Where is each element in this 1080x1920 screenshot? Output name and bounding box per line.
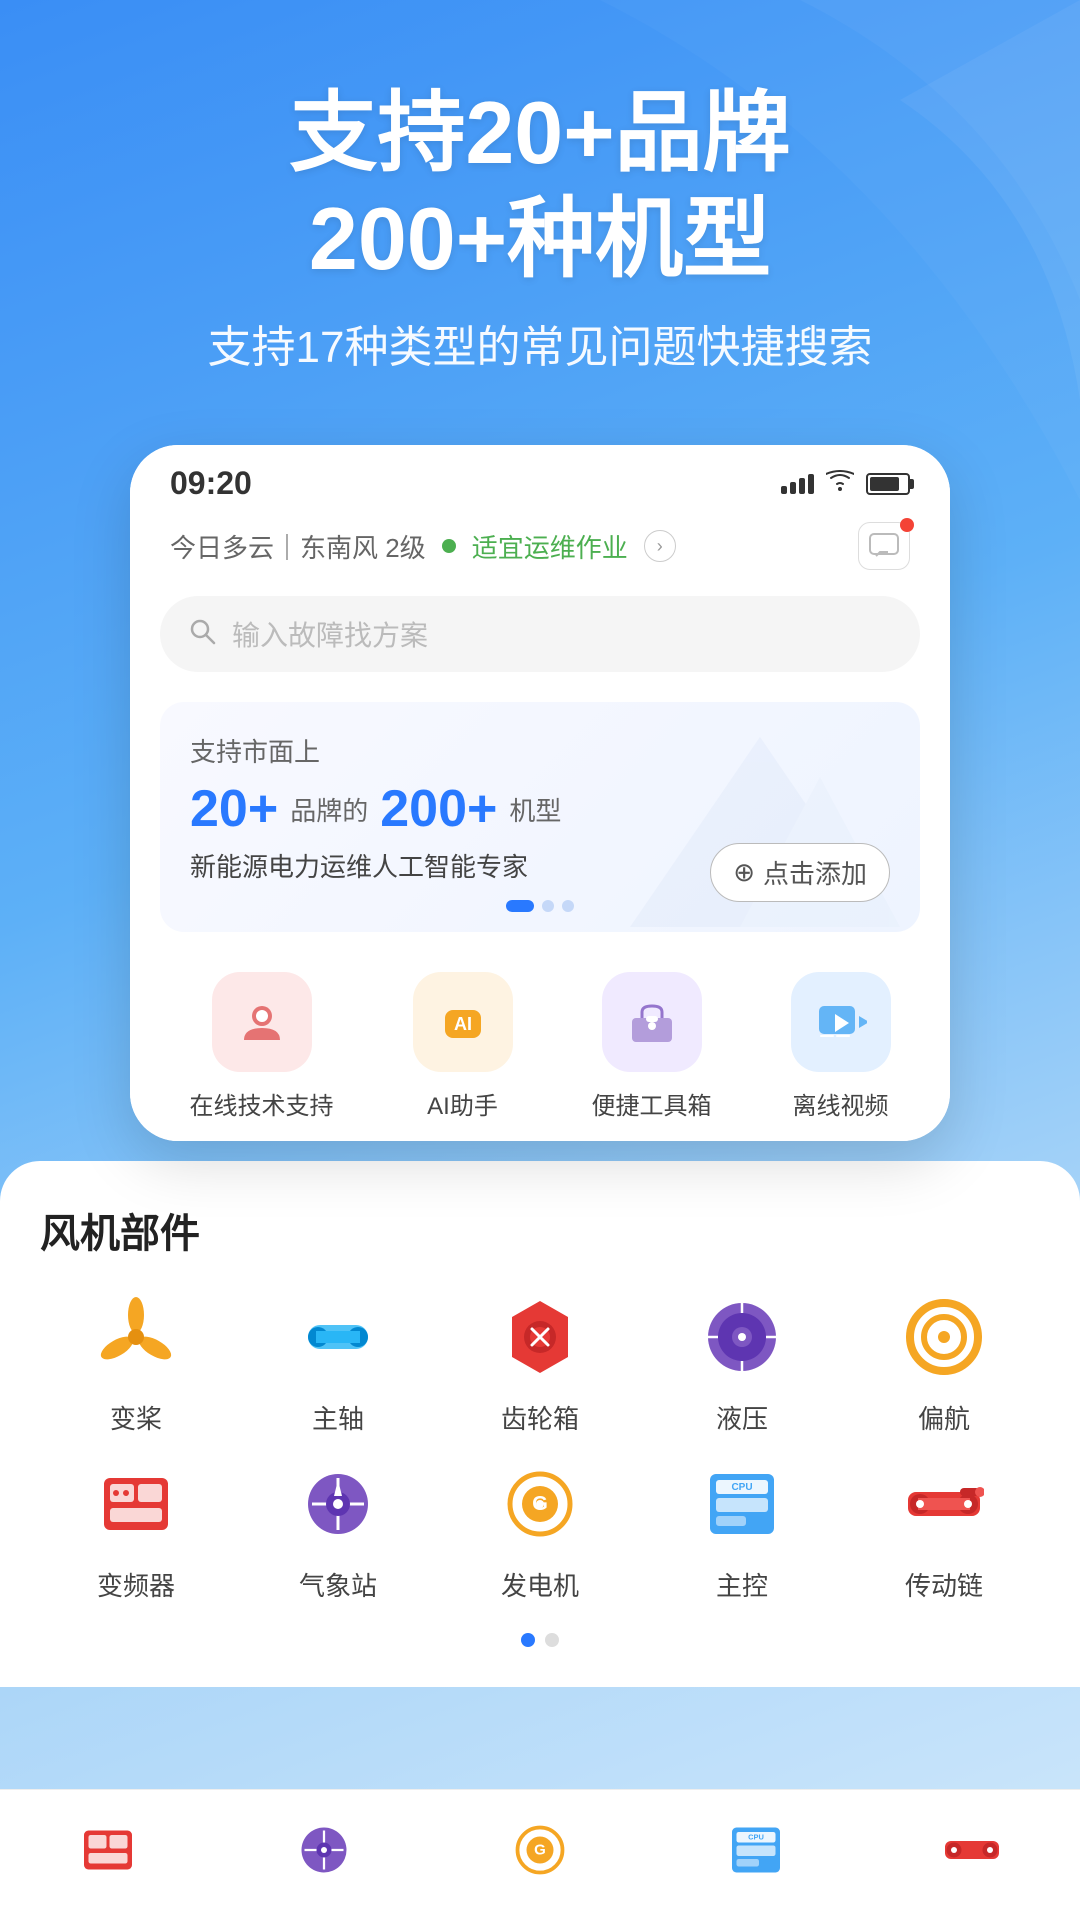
action-ai-label: AI助手 bbox=[427, 1086, 498, 1121]
toolbox-icon-wrap bbox=[602, 972, 702, 1072]
action-online-support[interactable]: 在线技术支持 bbox=[190, 972, 334, 1121]
bottom-navigation: G CPU bbox=[0, 1789, 1080, 1920]
wifi-icon bbox=[826, 470, 854, 498]
banner-card: 支持市面上 20+ 品牌的 200+ 机型 新能源电力运维人工智能专家 ⊕ 点击… bbox=[160, 702, 920, 932]
component-chuandong[interactable]: 传动链 bbox=[848, 1456, 1040, 1603]
status-time: 09:20 bbox=[170, 465, 252, 502]
zhuzou-icon bbox=[290, 1289, 386, 1385]
online-support-icon-wrap bbox=[212, 972, 312, 1072]
hero-section: 支持20+品牌 200+种机型 支持17种类型的常见问题快捷搜索 bbox=[0, 0, 1080, 415]
svg-text:AI: AI bbox=[454, 1014, 472, 1034]
weather-text: 今日多云｜东南风 2级 bbox=[170, 528, 426, 565]
message-notification-dot bbox=[900, 518, 914, 532]
nav-bianpinqi-icon bbox=[68, 1810, 148, 1890]
signal-icon bbox=[781, 474, 814, 494]
component-chilunxiang[interactable]: 齿轮箱 bbox=[444, 1289, 636, 1436]
weather-dot bbox=[442, 539, 456, 553]
zhukong-label: 主控 bbox=[716, 1566, 768, 1603]
svg-text:G: G bbox=[534, 1842, 546, 1859]
pianhang-icon bbox=[896, 1289, 992, 1385]
action-video-label: 离线视频 bbox=[793, 1086, 889, 1121]
fadianji-label: 发电机 bbox=[501, 1566, 579, 1603]
component-bianpinqi[interactable]: 变频器 bbox=[40, 1456, 232, 1603]
qixiangzhan-icon bbox=[290, 1456, 386, 1552]
banner-dot-1[interactable] bbox=[506, 900, 534, 912]
weather-status: 适宜运维作业 bbox=[472, 528, 628, 565]
banner-unit1: 品牌的 bbox=[290, 791, 368, 828]
component-fadianji[interactable]: G 发电机 bbox=[444, 1456, 636, 1603]
bianpinqi-icon bbox=[88, 1456, 184, 1552]
hero-title-line2: 200+种机型 bbox=[40, 186, 1040, 292]
nav-chuandong-icon bbox=[932, 1810, 1012, 1890]
status-icons bbox=[781, 470, 910, 498]
components-pagination bbox=[40, 1633, 1040, 1647]
search-bar-section: 输入故障找方案 bbox=[130, 586, 950, 692]
zhukong-icon: CPU bbox=[694, 1456, 790, 1552]
hero-subtitle: 支持17种类型的常见问题快捷搜索 bbox=[40, 311, 1040, 375]
action-toolbox-label: 便捷工具箱 bbox=[592, 1086, 712, 1121]
svg-text:CPU: CPU bbox=[748, 1833, 764, 1842]
nav-zhukong-icon: CPU bbox=[716, 1810, 796, 1890]
banner-dot-3[interactable] bbox=[562, 900, 574, 912]
chilunxiang-icon bbox=[492, 1289, 588, 1385]
battery-icon bbox=[866, 473, 910, 495]
weather-bar: 今日多云｜东南风 2级 适宜运维作业 › bbox=[130, 512, 950, 586]
fadianji-icon: G bbox=[492, 1456, 588, 1552]
nav-item-bianpinqi[interactable] bbox=[68, 1810, 148, 1890]
nav-fadianji-icon: G bbox=[500, 1810, 580, 1890]
banner-add-icon: ⊕ bbox=[733, 857, 755, 888]
components-title: 风机部件 bbox=[40, 1201, 1040, 1259]
search-bar[interactable]: 输入故障找方案 bbox=[160, 596, 920, 672]
message-button[interactable] bbox=[858, 522, 910, 570]
chuandong-label: 传动链 bbox=[905, 1566, 983, 1603]
svg-text:CPU: CPU bbox=[731, 1482, 752, 1493]
action-toolbox[interactable]: 便捷工具箱 bbox=[592, 972, 712, 1121]
search-placeholder: 输入故障找方案 bbox=[232, 614, 428, 654]
video-icon-wrap bbox=[791, 972, 891, 1072]
component-pianhang[interactable]: 偏航 bbox=[848, 1289, 1040, 1436]
nav-item-qixiangzhan[interactable] bbox=[284, 1810, 364, 1890]
component-zhuzou[interactable]: 主轴 bbox=[242, 1289, 434, 1436]
status-bar: 09:20 bbox=[130, 445, 950, 512]
nav-item-zhukong[interactable]: CPU bbox=[716, 1810, 796, 1890]
banner-add-label: 点击添加 bbox=[763, 854, 867, 891]
hero-title-line1: 支持20+品牌 bbox=[40, 80, 1040, 186]
components-dot-2[interactable] bbox=[545, 1633, 559, 1647]
zhuzou-label: 主轴 bbox=[312, 1399, 364, 1436]
chilunxiang-label: 齿轮箱 bbox=[501, 1399, 579, 1436]
quick-actions-section: 在线技术支持 AI AI助手 便捷工具箱 bbox=[130, 942, 950, 1141]
action-ai-assistant[interactable]: AI AI助手 bbox=[413, 972, 513, 1121]
components-grid: 变桨 主轴 齿轮箱 bbox=[40, 1289, 1040, 1603]
banner-unit2: 机型 bbox=[509, 791, 561, 828]
yeya-icon bbox=[694, 1289, 790, 1385]
qixiangzhan-label: 气象站 bbox=[299, 1566, 377, 1603]
bianjian-icon bbox=[88, 1289, 184, 1385]
components-section: 风机部件 变桨 bbox=[0, 1161, 1080, 1687]
banner-num2: 200+ bbox=[380, 779, 497, 839]
nav-qixiang-icon bbox=[284, 1810, 364, 1890]
pianhang-label: 偏航 bbox=[918, 1399, 970, 1436]
component-qixiangzhan[interactable]: 气象站 bbox=[242, 1456, 434, 1603]
component-zhukong[interactable]: CPU 主控 bbox=[646, 1456, 838, 1603]
nav-item-fadianji[interactable]: G bbox=[500, 1810, 580, 1890]
component-bianjian[interactable]: 变桨 bbox=[40, 1289, 232, 1436]
chuandong-icon bbox=[896, 1456, 992, 1552]
bianjian-label: 变桨 bbox=[110, 1399, 162, 1436]
banner-add-button[interactable]: ⊕ 点击添加 bbox=[710, 843, 890, 902]
ai-icon-wrap: AI bbox=[413, 972, 513, 1072]
weather-arrow-button[interactable]: › bbox=[644, 530, 676, 562]
banner-num1: 20+ bbox=[190, 779, 278, 839]
phone-mockup: 09:20 今日多云｜东南风 2级 适宜运维作业 › bbox=[130, 445, 950, 1141]
action-online-support-label: 在线技术支持 bbox=[190, 1086, 334, 1121]
action-offline-video[interactable]: 离线视频 bbox=[791, 972, 891, 1121]
bianpinqi-label: 变频器 bbox=[97, 1566, 175, 1603]
search-icon bbox=[188, 617, 216, 652]
components-dot-1[interactable] bbox=[521, 1633, 535, 1647]
yeya-label: 液压 bbox=[716, 1399, 768, 1436]
component-yeya[interactable]: 液压 bbox=[646, 1289, 838, 1436]
nav-item-chuandong[interactable] bbox=[932, 1810, 1012, 1890]
banner-dot-2[interactable] bbox=[542, 900, 554, 912]
